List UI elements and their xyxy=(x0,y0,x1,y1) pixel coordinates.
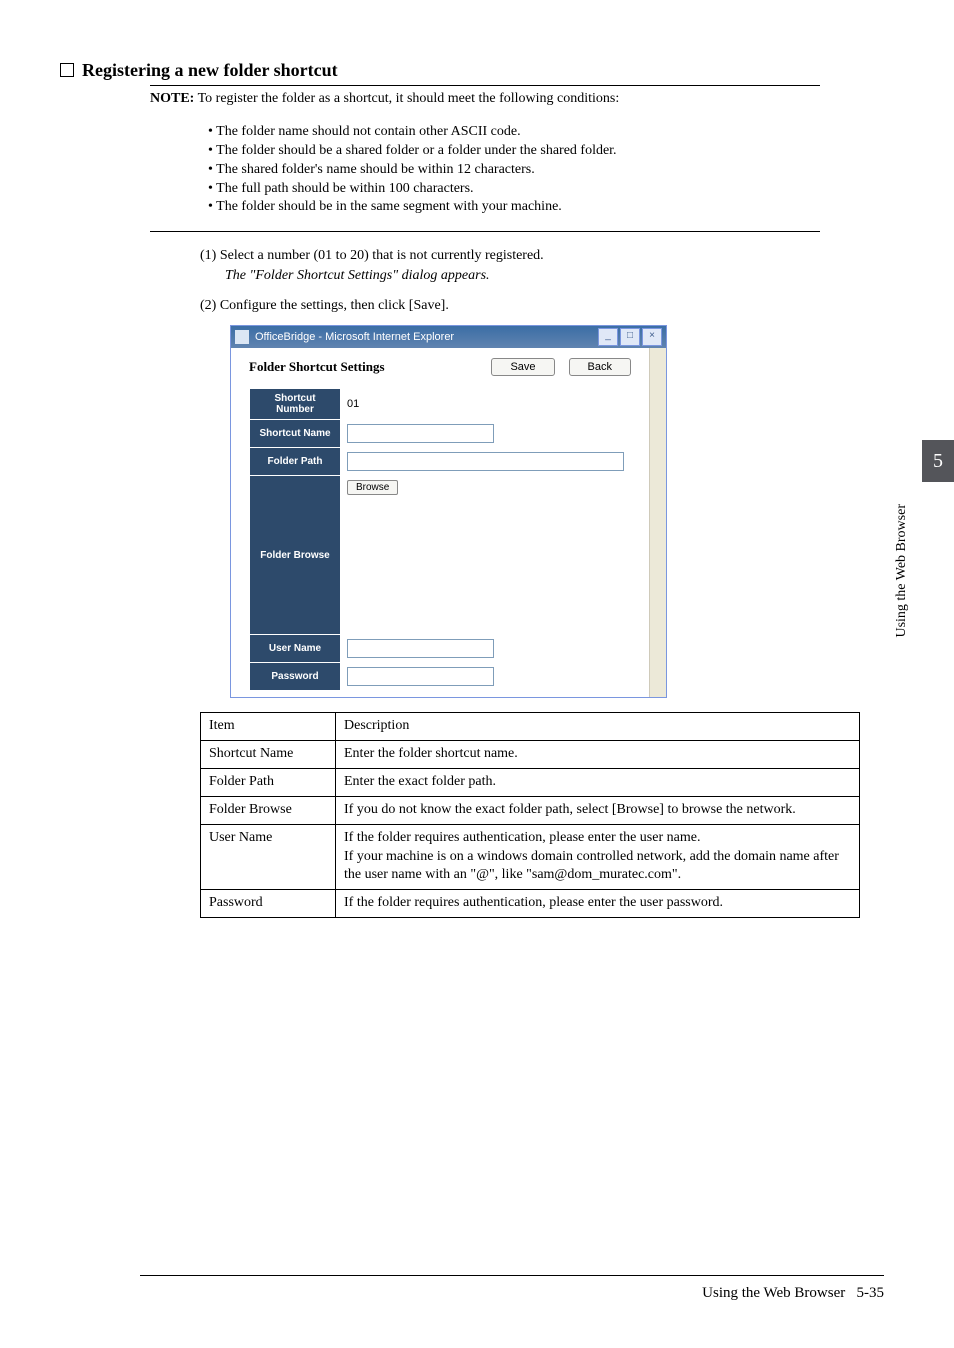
divider-top xyxy=(150,85,820,86)
checkbox-bullet-icon xyxy=(60,63,74,77)
window-title: OfficeBridge - Microsoft Internet Explor… xyxy=(255,331,598,343)
page-number: 5-35 xyxy=(857,1285,885,1301)
note-bullets: The folder name should not contain other… xyxy=(150,123,884,217)
step-1: (1) Select a number (01 to 20) that is n… xyxy=(200,246,884,285)
section-heading-text: Registering a new folder shortcut xyxy=(82,60,338,80)
browse-button[interactable]: Browse xyxy=(347,480,398,495)
side-caption: Using the Web Browser xyxy=(894,504,910,638)
chapter-number: 5 xyxy=(933,450,943,472)
dialog-title: Folder Shortcut Settings xyxy=(249,359,491,375)
section-heading: Registering a new folder shortcut xyxy=(60,60,884,81)
user-name-input[interactable] xyxy=(347,639,494,658)
field-label-folder-browse: Folder Browse xyxy=(250,476,341,635)
step-2: (2) Configure the settings, then click [… xyxy=(200,296,884,316)
table-desc: Enter the exact folder path. xyxy=(336,768,860,796)
table-item: Folder Path xyxy=(201,768,336,796)
note-bullet: The full path should be within 100 chara… xyxy=(220,180,884,199)
window-titlebar: OfficeBridge - Microsoft Internet Explor… xyxy=(231,326,666,348)
page-footer: Using the Web Browser 5-35 xyxy=(702,1285,884,1302)
table-header-desc: Description xyxy=(336,713,860,741)
table-row: Shortcut Name Enter the folder shortcut … xyxy=(201,741,860,769)
note-intro: To register the folder as a shortcut, it… xyxy=(198,91,620,106)
step-1-result: The "Folder Shortcut Settings" dialog ap… xyxy=(200,266,884,286)
note-label: NOTE: xyxy=(150,91,194,106)
chapter-tab: 5 xyxy=(922,440,954,482)
table-row: Folder Path Enter the exact folder path. xyxy=(201,768,860,796)
table-item: Shortcut Name xyxy=(201,741,336,769)
folder-path-input[interactable] xyxy=(347,452,624,471)
field-label-user-name: User Name xyxy=(250,635,341,663)
minimize-icon[interactable]: _ xyxy=(598,328,618,346)
ie-app-icon xyxy=(235,330,249,344)
table-item: User Name xyxy=(201,824,336,890)
note-bullet: The folder name should not contain other… xyxy=(220,123,884,142)
close-icon[interactable]: × xyxy=(642,328,662,346)
note-bullet: The folder should be in the same segment… xyxy=(220,198,884,217)
table-desc: If the folder requires authentication, p… xyxy=(336,824,860,890)
table-row: User Name If the folder requires authent… xyxy=(201,824,860,890)
shortcut-name-input[interactable] xyxy=(347,424,494,443)
footer-rule xyxy=(140,1275,884,1276)
field-label-shortcut-name: Shortcut Name xyxy=(250,420,341,448)
divider-bottom xyxy=(150,231,820,232)
maximize-icon[interactable]: □ xyxy=(620,328,640,346)
field-value-shortcut-number: 01 xyxy=(341,389,631,420)
table-row: Folder Browse If you do not know the exa… xyxy=(201,796,860,824)
field-label-folder-path: Folder Path xyxy=(250,448,341,476)
table-desc: If the folder requires authentication, p… xyxy=(336,890,860,918)
note-block: NOTE: To register the folder as a shortc… xyxy=(150,90,884,217)
field-label-shortcut-number: Shortcut Number xyxy=(250,389,341,420)
step-1-text: (1) Select a number (01 to 20) that is n… xyxy=(200,248,544,263)
table-item: Folder Browse xyxy=(201,796,336,824)
field-label-password: Password xyxy=(250,663,341,691)
table-item: Password xyxy=(201,890,336,918)
table-desc: Enter the folder shortcut name. xyxy=(336,741,860,769)
table-row: Password If the folder requires authenti… xyxy=(201,890,860,918)
note-bullet: The shared folder's name should be withi… xyxy=(220,161,884,180)
dialog-screenshot: OfficeBridge - Microsoft Internet Explor… xyxy=(230,325,884,698)
save-button[interactable]: Save xyxy=(491,358,554,376)
table-header-item: Item xyxy=(201,713,336,741)
back-button[interactable]: Back xyxy=(569,358,631,376)
scrollbar[interactable] xyxy=(649,348,666,697)
note-bullet: The folder should be a shared folder or … xyxy=(220,142,884,161)
footer-text: Using the Web Browser xyxy=(702,1285,845,1301)
description-table: Item Description Shortcut Name Enter the… xyxy=(200,712,860,918)
step-2-text: (2) Configure the settings, then click [… xyxy=(200,298,449,313)
table-desc: If you do not know the exact folder path… xyxy=(336,796,860,824)
password-input[interactable] xyxy=(347,667,494,686)
